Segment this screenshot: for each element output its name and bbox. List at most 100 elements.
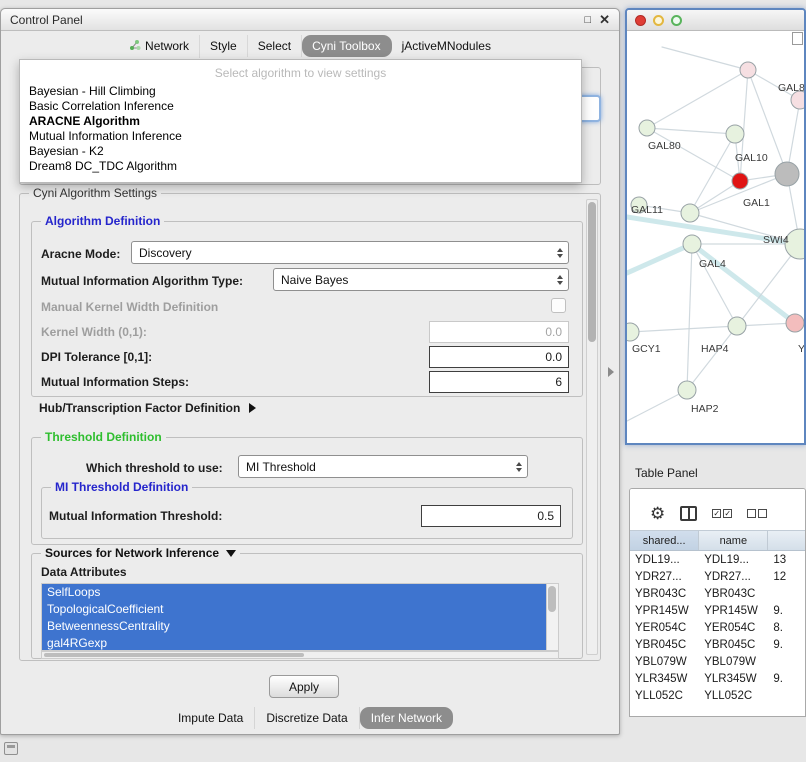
close-window-icon[interactable]: ✕ [599, 12, 610, 28]
table-cell: YBR043C [630, 585, 699, 602]
network-edge[interactable] [627, 390, 687, 421]
network-node[interactable] [683, 235, 701, 253]
mi-threshold-field[interactable]: 0.5 [421, 505, 561, 527]
mi-threshold-label: Mutual Information Threshold: [49, 509, 222, 523]
tab-infer-network[interactable]: Infer Network [360, 707, 453, 729]
network-node[interactable] [732, 173, 748, 189]
hub-definition-toggle[interactable]: Hub/Transcription Factor Definition [39, 401, 256, 415]
scroll-thumb[interactable] [44, 653, 304, 657]
network-node[interactable] [726, 125, 744, 143]
network-node[interactable] [728, 317, 746, 335]
attribute-item[interactable]: gal4RGexp [42, 635, 546, 651]
tab-network[interactable]: Network [119, 35, 200, 58]
network-window-titlebar[interactable] [627, 10, 804, 31]
table-row[interactable]: YPR145WYPR145W9. [630, 602, 805, 619]
table-row[interactable]: YDL19...YDL19...13 [630, 551, 805, 568]
attribute-item[interactable]: SelfLoops [42, 584, 546, 601]
column-header[interactable]: name [699, 531, 768, 550]
network-edge[interactable] [630, 326, 737, 332]
data-attributes-list[interactable]: SelfLoopsTopologicalCoefficientBetweenne… [41, 583, 559, 651]
zoom-traffic-light-icon[interactable] [671, 15, 682, 26]
tab-style[interactable]: Style [200, 35, 248, 57]
network-edge[interactable] [627, 244, 692, 273]
tab-discretize-data[interactable]: Discretize Data [255, 707, 359, 729]
network-edge[interactable] [687, 244, 692, 390]
table-row[interactable]: YBR045CYBR045C9. [630, 636, 805, 653]
combo-stepper-icon [551, 275, 563, 285]
table-cell: YER054C [699, 619, 768, 636]
network-node[interactable] [681, 204, 699, 222]
network-node[interactable] [639, 120, 655, 136]
network-edge[interactable] [692, 244, 795, 323]
network-edge[interactable] [662, 47, 748, 70]
network-edge[interactable] [692, 244, 737, 326]
close-traffic-light-icon[interactable] [635, 15, 646, 26]
scroll-thumb[interactable] [548, 586, 556, 612]
kernel-width-label: Kernel Width (0,1): [41, 325, 147, 339]
apply-button[interactable]: Apply [269, 675, 339, 698]
attribute-item[interactable]: TopologicalCoefficient [42, 601, 546, 618]
select-all-checkboxes-icon[interactable]: ✓ ✓ [712, 509, 732, 518]
network-graph: GAL8GAL80GAL10GAL11GAL1SWI4GAL4GCY1HAP4Y… [627, 31, 804, 443]
scroll-thumb[interactable] [588, 202, 596, 342]
network-node[interactable] [740, 62, 756, 78]
network-node[interactable] [786, 314, 804, 332]
network-edge[interactable] [687, 326, 737, 390]
table-cell: YDR27... [699, 568, 768, 585]
table-row[interactable]: YBR043CYBR043C [630, 585, 805, 602]
sources-group-title[interactable]: Sources for Network Inference [41, 546, 240, 560]
minimize-traffic-light-icon[interactable] [653, 15, 664, 26]
node-label: GAL8 [778, 82, 804, 94]
network-edge[interactable] [647, 70, 748, 128]
dpi-tolerance-field[interactable]: 0.0 [429, 346, 569, 368]
control-panel-titlebar[interactable]: Control Panel □ ✕ [1, 9, 619, 31]
tab-impute-data[interactable]: Impute Data [167, 707, 255, 729]
tab-cyni-toolbox[interactable]: Cyni Toolbox [302, 35, 391, 57]
tab-jactivemnodules[interactable]: jActiveMNodules [392, 35, 501, 57]
window-title: Control Panel [10, 13, 83, 27]
aracne-mode-value: Discovery [139, 246, 192, 260]
attribute-item[interactable]: BetweennessCentrality [42, 618, 546, 635]
mi-type-combo[interactable]: Naive Bayes [273, 268, 569, 291]
collapsed-arrow-icon [249, 403, 256, 413]
attribute-list-horizontal-scrollbar[interactable] [41, 651, 559, 659]
settings-vertical-scrollbar[interactable] [586, 199, 598, 655]
algorithm-option[interactable]: Dream8 DC_TDC Algorithm [20, 159, 581, 174]
float-window-icon[interactable]: □ [584, 14, 591, 26]
table-cell: YDL19... [630, 551, 699, 568]
algorithm-option[interactable]: Mutual Information Inference [20, 129, 581, 144]
network-node[interactable] [627, 323, 639, 341]
gear-icon[interactable]: ⚙ [650, 505, 665, 522]
minimized-panel-icon[interactable] [4, 742, 18, 755]
column-header[interactable]: shared... [630, 531, 699, 550]
algorithm-option[interactable]: ARACNE Algorithm [20, 114, 581, 129]
combo-stepper-icon [551, 248, 563, 258]
aracne-mode-combo[interactable]: Discovery [131, 241, 569, 264]
deselect-all-checkboxes-icon[interactable] [747, 509, 767, 518]
panel-collapse-handle[interactable] [608, 367, 614, 377]
which-threshold-combo[interactable]: MI Threshold [238, 455, 528, 478]
mi-steps-field[interactable]: 6 [429, 371, 569, 393]
table-row[interactable]: YLR345WYLR345W9. [630, 670, 805, 687]
column-header[interactable] [768, 531, 805, 550]
network-node[interactable] [775, 162, 799, 186]
table-row[interactable]: YDR27...YDR27...12 [630, 568, 805, 585]
network-edge[interactable] [647, 128, 735, 134]
network-canvas[interactable]: GAL8GAL80GAL10GAL11GAL1SWI4GAL4GCY1HAP4Y… [627, 31, 804, 443]
table-row[interactable]: YBL079WYBL079W [630, 653, 805, 670]
network-edge[interactable] [740, 70, 748, 181]
columns-icon[interactable] [680, 506, 697, 521]
algorithm-option[interactable]: Bayesian - K2 [20, 144, 581, 159]
table-row[interactable]: YER054CYER054C8. [630, 619, 805, 636]
bottom-tabs: Impute DataDiscretize DataInfer Network [1, 707, 619, 729]
table-row[interactable]: YLL052CYLL052C [630, 687, 805, 704]
table-cell: 9. [768, 602, 805, 619]
table-cell: YER054C [630, 619, 699, 636]
network-edge[interactable] [690, 134, 735, 213]
tab-select[interactable]: Select [248, 35, 302, 57]
tab-label: Network [145, 39, 189, 53]
algorithm-option[interactable]: Basic Correlation Inference [20, 99, 581, 114]
algorithm-option[interactable]: Bayesian - Hill Climbing [20, 84, 581, 99]
network-node[interactable] [678, 381, 696, 399]
attribute-list-vertical-scrollbar[interactable] [546, 584, 558, 650]
